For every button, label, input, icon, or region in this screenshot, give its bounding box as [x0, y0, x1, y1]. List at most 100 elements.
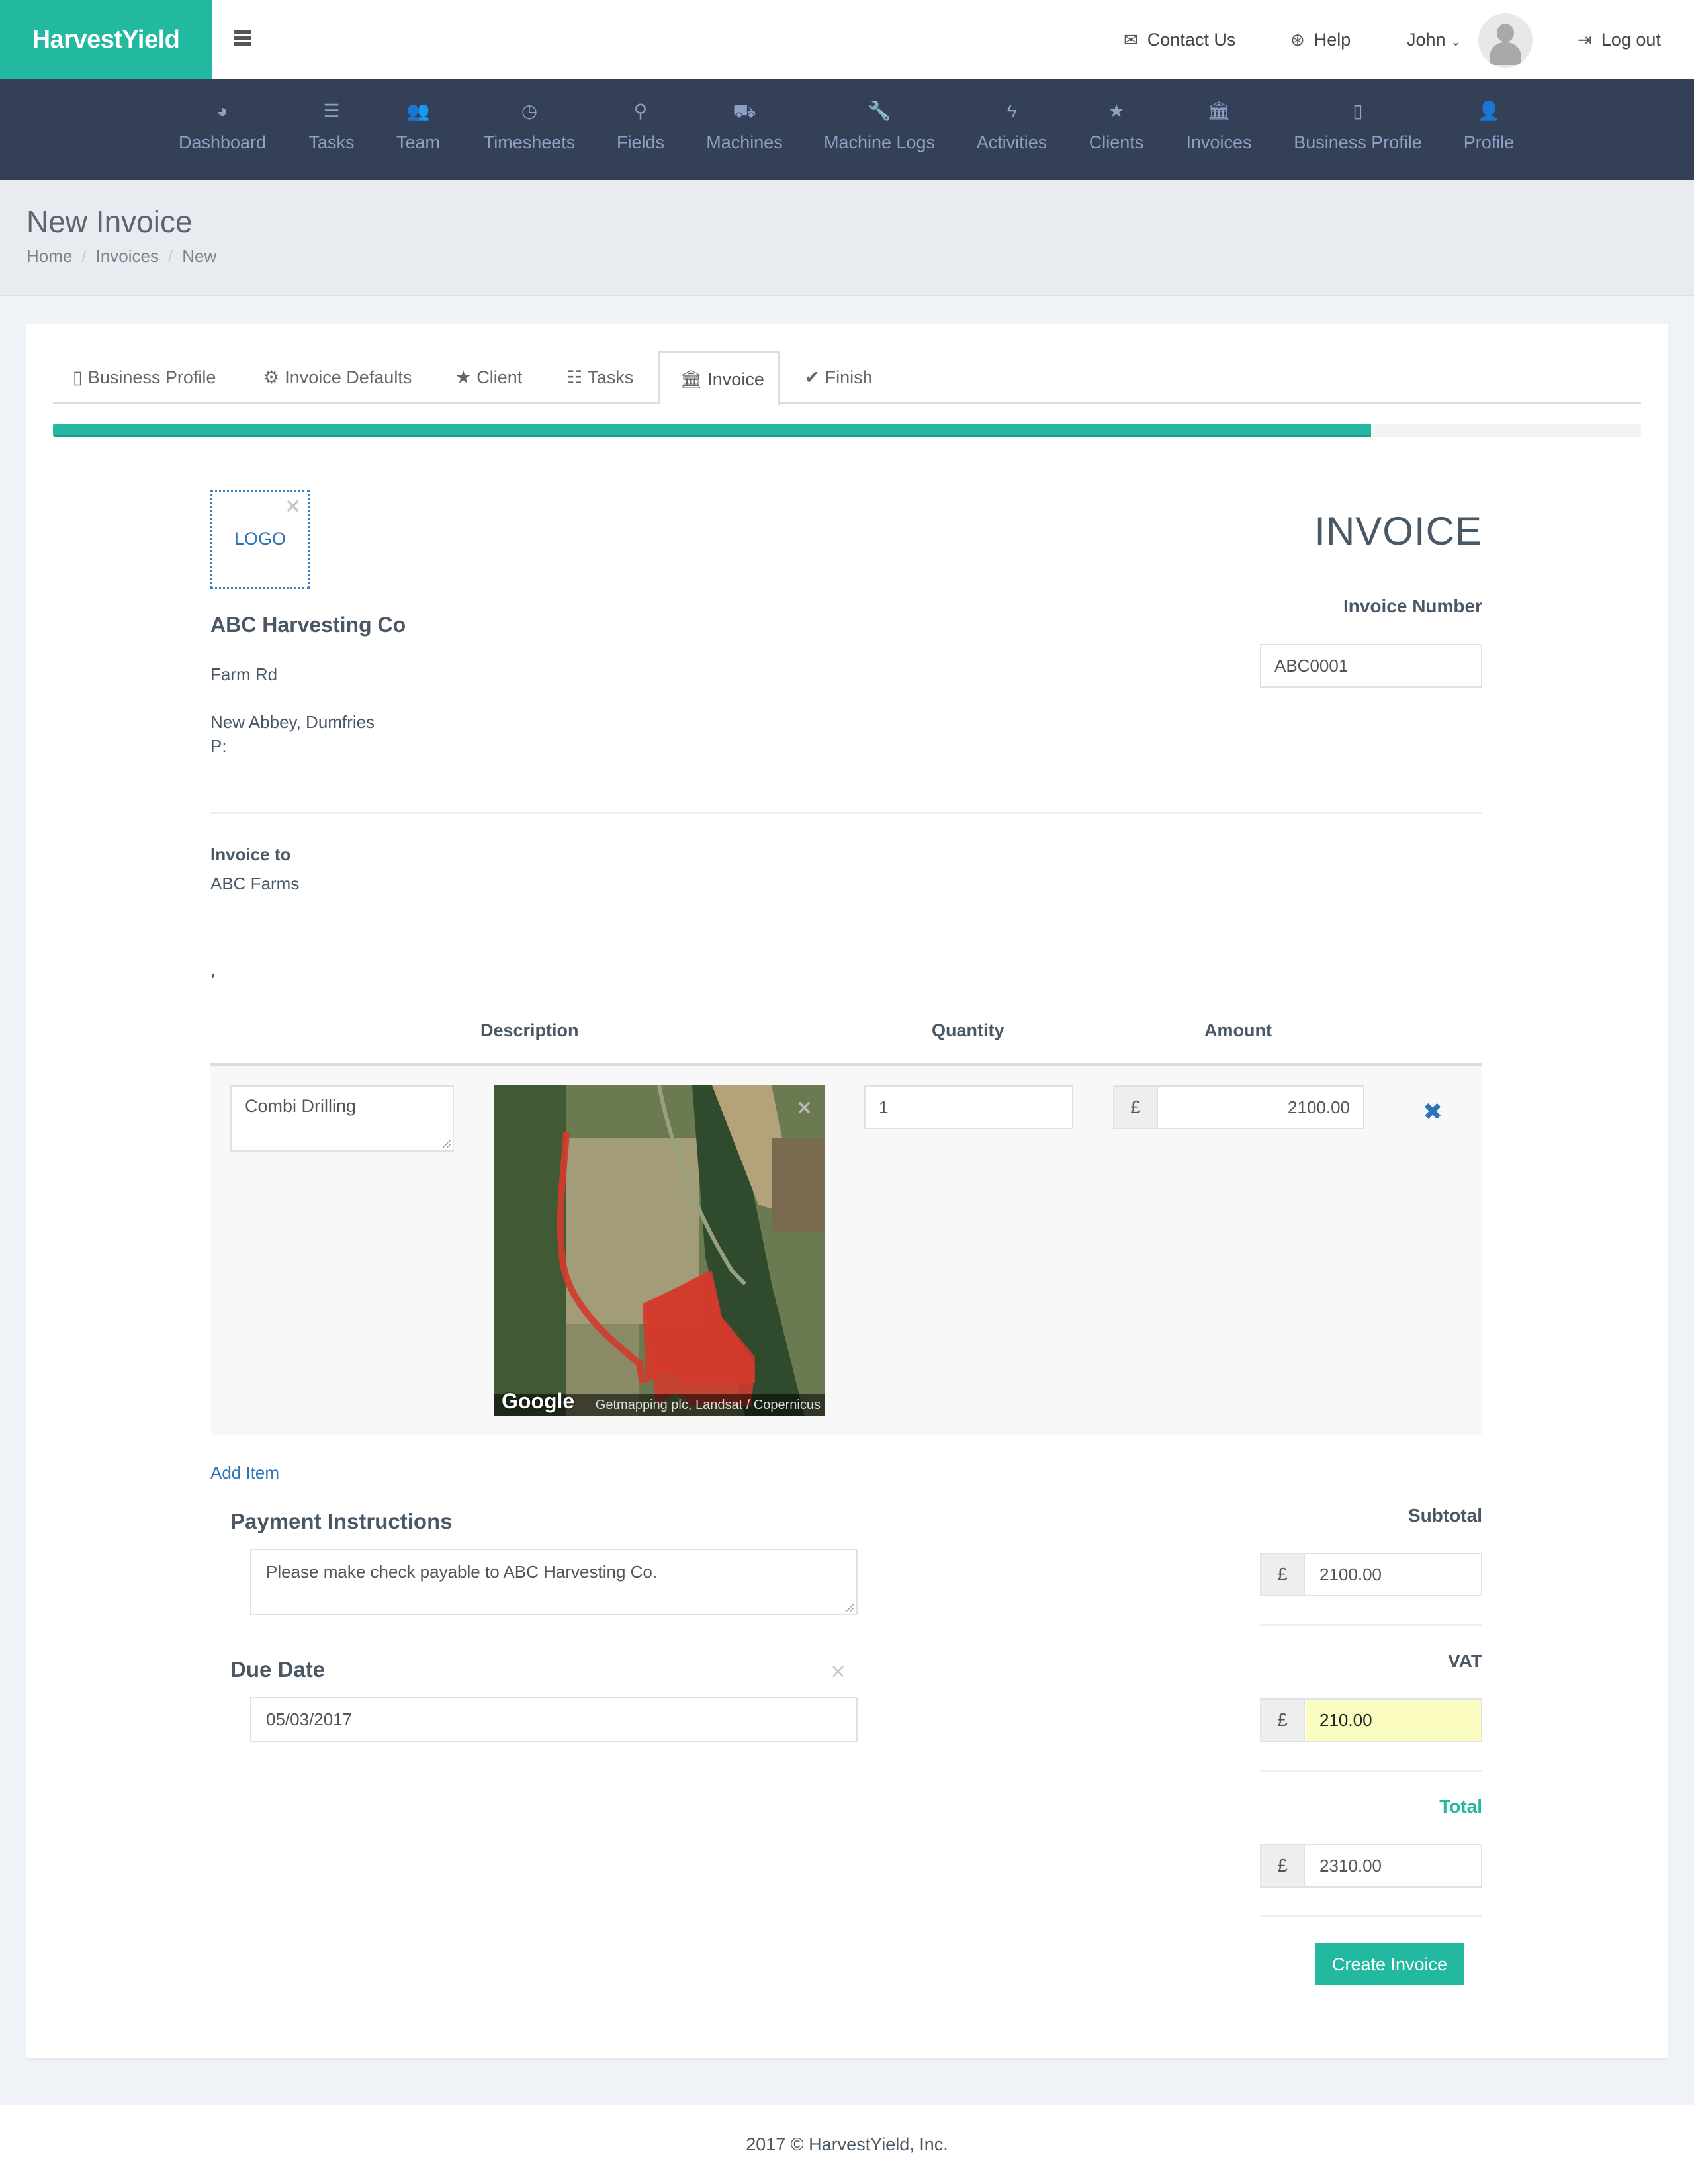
currency-addon: £: [1114, 1087, 1158, 1128]
total-label: Total: [1439, 1796, 1482, 1817]
add-item-link[interactable]: Add Item: [210, 1463, 279, 1483]
column-quantity: Quantity: [932, 1021, 1004, 1040]
building-icon: ▯: [1353, 101, 1363, 121]
nav-activities[interactable]: ϟ Activities: [973, 79, 1051, 180]
sign-out-icon: ⇥: [1578, 30, 1592, 50]
column-amount: Amount: [1204, 1021, 1272, 1040]
field-map-image: × Getmapping plc, Landsat / Copernicus G…: [494, 1085, 825, 1416]
tab-invoice[interactable]: 🏛 Invoice: [658, 351, 780, 406]
phone-label: P:: [210, 736, 227, 756]
avatar[interactable]: [1478, 13, 1533, 68]
vat-label: VAT: [1448, 1651, 1482, 1671]
help-link[interactable]: ⊛ Help: [1290, 0, 1351, 79]
chevron-down-icon: ⌄: [1450, 35, 1461, 48]
divider: [1260, 1915, 1482, 1917]
nav-invoices[interactable]: 🏛 Invoices: [1183, 79, 1255, 180]
column-description: Description: [480, 1021, 579, 1040]
truck-icon: ⛟: [733, 101, 756, 121]
vat-field[interactable]: £ 210.00: [1260, 1698, 1482, 1742]
address-line-2: New Abbey, Dumfries: [210, 712, 375, 732]
clock-icon: ◷: [521, 101, 538, 121]
breadcrumb-home[interactable]: Home: [26, 246, 72, 266]
invoice-heading: INVOICE: [1314, 509, 1482, 553]
due-date-input[interactable]: 05/03/2017: [250, 1697, 858, 1742]
item-amount-field[interactable]: £ 2100.00: [1113, 1085, 1364, 1129]
vat-input[interactable]: 210.00: [1306, 1700, 1481, 1741]
logout-link[interactable]: ⇥ Log out: [1578, 0, 1661, 79]
building-icon: ▯: [73, 367, 83, 387]
currency-addon: £: [1261, 1554, 1305, 1595]
nav-team[interactable]: 👥 Team: [388, 79, 449, 180]
bolt-icon: ϟ: [1006, 101, 1017, 121]
remove-item-icon[interactable]: ✖: [1423, 1099, 1443, 1126]
resize-handle[interactable]: [443, 1140, 451, 1148]
nav-tasks[interactable]: ☰ Tasks: [300, 79, 363, 180]
check-icon: ✔: [805, 367, 820, 387]
invoice-number-label: Invoice Number: [1343, 596, 1482, 616]
satellite-map: [494, 1085, 825, 1416]
clear-due-date-icon[interactable]: ×: [830, 1660, 846, 1683]
item-amount-input[interactable]: 2100.00: [1159, 1087, 1363, 1128]
wizard-tabs: ▯ Business Profile ⚙ Invoice Defaults ★ Cli…: [53, 351, 1641, 406]
payment-instructions-label: Payment Instructions: [230, 1509, 453, 1533]
user-menu[interactable]: John ⌄: [1407, 0, 1461, 79]
item-quantity-input[interactable]: 1: [864, 1085, 1073, 1129]
invoice-to-label: Invoice to: [210, 844, 291, 864]
total-input[interactable]: 2310.00: [1306, 1845, 1481, 1886]
nav-dashboard[interactable]: ◕ Dashboard: [173, 79, 271, 180]
payment-instructions-input[interactable]: Please make check payable to ABC Harvest…: [250, 1549, 858, 1615]
divider: [1260, 1770, 1482, 1772]
nav-profile[interactable]: 👤 Profile: [1458, 79, 1519, 180]
item-description-input[interactable]: Combi Drilling: [230, 1085, 454, 1152]
create-invoice-button[interactable]: Create Invoice: [1315, 1943, 1464, 1985]
breadcrumb-invoices[interactable]: Invoices: [96, 246, 159, 266]
bank-icon: 🏛: [680, 369, 703, 389]
progress-fill: [53, 424, 1371, 437]
user-icon: 👤: [1477, 101, 1501, 121]
dashboard-icon: ◕: [216, 101, 228, 121]
google-logo: Google: [502, 1389, 575, 1413]
nav-business-profile[interactable]: ▯ Business Profile: [1289, 79, 1427, 180]
main-nav: ◕ Dashboard ☰ Tasks 👥 Team ◷ Timesheets ⚲ Fie…: [0, 79, 1694, 180]
footer: 2017 © HarvestYield, Inc.: [0, 2105, 1694, 2184]
remove-map-icon[interactable]: ×: [796, 1096, 813, 1119]
hamburger-icon[interactable]: [234, 30, 251, 46]
bank-icon: 🏛: [1207, 101, 1231, 121]
invoice-to-address: ,: [210, 961, 216, 981]
nav-fields[interactable]: ⚲ Fields: [611, 79, 670, 180]
total-field[interactable]: £ 2310.00: [1260, 1844, 1482, 1888]
contact-us-link[interactable]: ✉ Contact Us: [1124, 0, 1235, 79]
tab-invoice-defaults[interactable]: ⚙ Invoice Defaults: [263, 351, 412, 404]
nav-machine-logs[interactable]: 🔧 Machine Logs: [821, 79, 938, 180]
tab-client[interactable]: ★ Client: [455, 351, 522, 404]
tasks-icon: ☷: [566, 367, 583, 387]
tab-tasks[interactable]: ☷ Tasks: [566, 351, 633, 404]
resize-handle[interactable]: [846, 1604, 854, 1612]
subtotal-input[interactable]: 2100.00: [1306, 1554, 1481, 1595]
breadcrumb: Home / Invoices / New: [26, 246, 217, 266]
star-icon: ★: [1108, 101, 1125, 121]
brand-logo[interactable]: HarvestYield: [0, 0, 212, 79]
list-icon: ☰: [323, 101, 340, 121]
logo-upload[interactable]: × LOGO: [210, 490, 310, 589]
envelope-icon: ✉: [1124, 30, 1138, 50]
logo-label: LOGO: [234, 529, 287, 549]
wrench-icon: 🔧: [868, 101, 891, 121]
due-date-label: Due Date: [230, 1657, 326, 1682]
invoice-number-input[interactable]: ABC0001: [1260, 644, 1482, 688]
users-icon: 👥: [406, 101, 430, 121]
nav-timesheets[interactable]: ◷ Timesheets: [478, 79, 581, 180]
business-name: ABC Harvesting Co: [210, 613, 406, 637]
subtotal-label: Subtotal: [1408, 1505, 1482, 1525]
divider: [1260, 1624, 1482, 1626]
tab-finish[interactable]: ✔ Finish: [805, 351, 873, 404]
nav-clients[interactable]: ★ Clients: [1083, 79, 1150, 180]
tab-business-profile[interactable]: ▯ Business Profile: [73, 351, 216, 404]
life-ring-icon: ⊛: [1290, 30, 1305, 50]
nav-machines[interactable]: ⛟ Machines: [703, 79, 786, 180]
cog-icon: ⚙: [263, 367, 280, 387]
subtotal-field[interactable]: £ 2100.00: [1260, 1553, 1482, 1596]
address-line-1: Farm Rd: [210, 664, 278, 684]
star-icon: ★: [455, 367, 472, 387]
remove-logo-icon[interactable]: ×: [285, 494, 301, 518]
